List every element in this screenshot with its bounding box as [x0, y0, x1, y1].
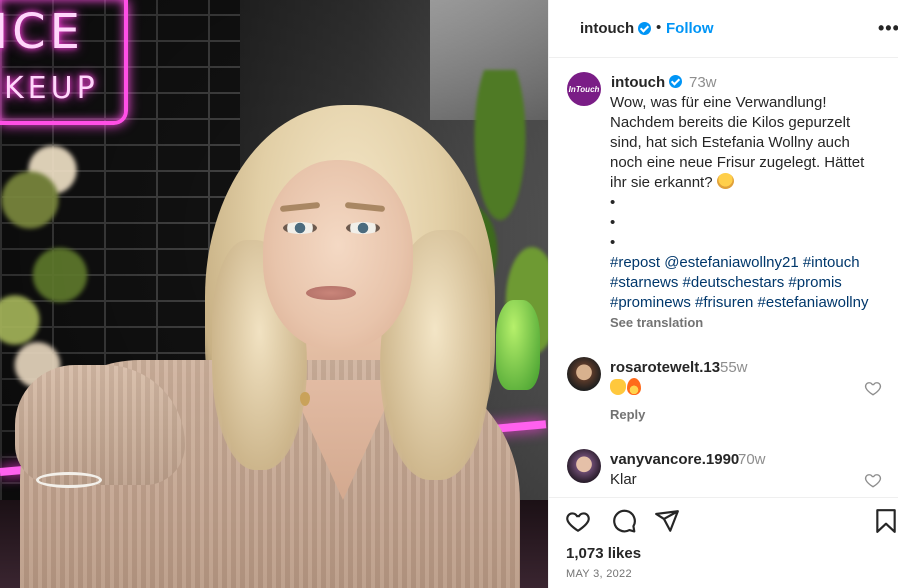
post-timestamp[interactable]: 73w [689, 74, 717, 91]
comment-timestamp: 70w [738, 451, 766, 468]
bookmark-icon[interactable] [873, 508, 898, 534]
hashtag-line[interactable]: #starnews #deutschestars #promis [610, 273, 880, 293]
post-details-panel: intouch • Follow ••• InTouch intouch 73w… [548, 0, 898, 588]
bracelet [36, 472, 102, 488]
fire-emoji-icon [627, 378, 641, 395]
caption-bullet: • [610, 234, 616, 251]
post-date: MAY 3, 2022 [566, 568, 632, 580]
comment-username[interactable]: vanyvancore.1990 [610, 451, 739, 468]
comment-text [610, 378, 641, 397]
hashtag-line[interactable]: #repost @estefaniawollny21 #intouch [610, 253, 880, 273]
caption-line: ihr sie erkannt? [610, 174, 713, 191]
post-photo[interactable]: ICE KEUP [0, 0, 548, 588]
face [263, 160, 413, 350]
see-translation-link[interactable]: See translation [610, 315, 703, 330]
likes-count[interactable]: 1,073 likes [566, 545, 641, 562]
comment-icon[interactable] [611, 508, 637, 534]
heart-icon[interactable] [565, 508, 591, 534]
lips [306, 286, 356, 300]
header-username[interactable]: intouch [580, 20, 634, 37]
hashtag-line[interactable]: #prominews #frisuren #estefaniawollny [610, 293, 880, 313]
eye [283, 222, 317, 234]
commenter-avatar[interactable] [567, 357, 601, 391]
caption-line: sind, hat sich Estefania Wollny auch [610, 134, 850, 151]
follow-button[interactable]: Follow [666, 20, 714, 37]
caption-line-last: ihr sie erkannt? [610, 173, 880, 193]
paper-plane-icon[interactable] [654, 508, 680, 534]
more-options-icon[interactable]: ••• [878, 18, 898, 39]
person [0, 0, 548, 588]
caption-line: noch eine neue Frisur zugelegt. Hättet [610, 154, 865, 171]
eye [346, 222, 380, 234]
comment-like-heart-icon[interactable] [864, 379, 882, 397]
avatar-logo-text: InTouch [568, 84, 600, 94]
verified-badge-icon [669, 75, 682, 88]
reply-button[interactable]: Reply [610, 407, 645, 422]
comment-text: Klar [610, 471, 637, 488]
caption-line: Wow, was für eine Verwandlung! [610, 94, 827, 111]
thinking-face-emoji-icon [716, 173, 734, 189]
comment-timestamp: 55w [720, 359, 748, 376]
caption-username[interactable]: intouch [611, 74, 665, 91]
caption-line: Nachdem bereits die Kilos gepurzelt [610, 114, 851, 131]
action-bar: 1,073 likes MAY 3, 2022 [549, 497, 898, 588]
caption-bullet: • [610, 214, 616, 231]
post-caption: Wow, was für eine Verwandlung! Nachdem b… [610, 93, 880, 313]
verified-badge-icon [638, 22, 651, 35]
avatar[interactable]: InTouch [567, 72, 601, 106]
separator-dot: • [656, 19, 662, 36]
clapping-hands-emoji-icon [610, 379, 626, 395]
commenter-avatar[interactable] [567, 449, 601, 483]
comment-like-heart-icon[interactable] [864, 471, 882, 489]
post-header: intouch • Follow ••• [549, 0, 898, 58]
caption-bullet: • [610, 194, 616, 211]
comment-username[interactable]: rosarotewelt.13 [610, 359, 720, 376]
